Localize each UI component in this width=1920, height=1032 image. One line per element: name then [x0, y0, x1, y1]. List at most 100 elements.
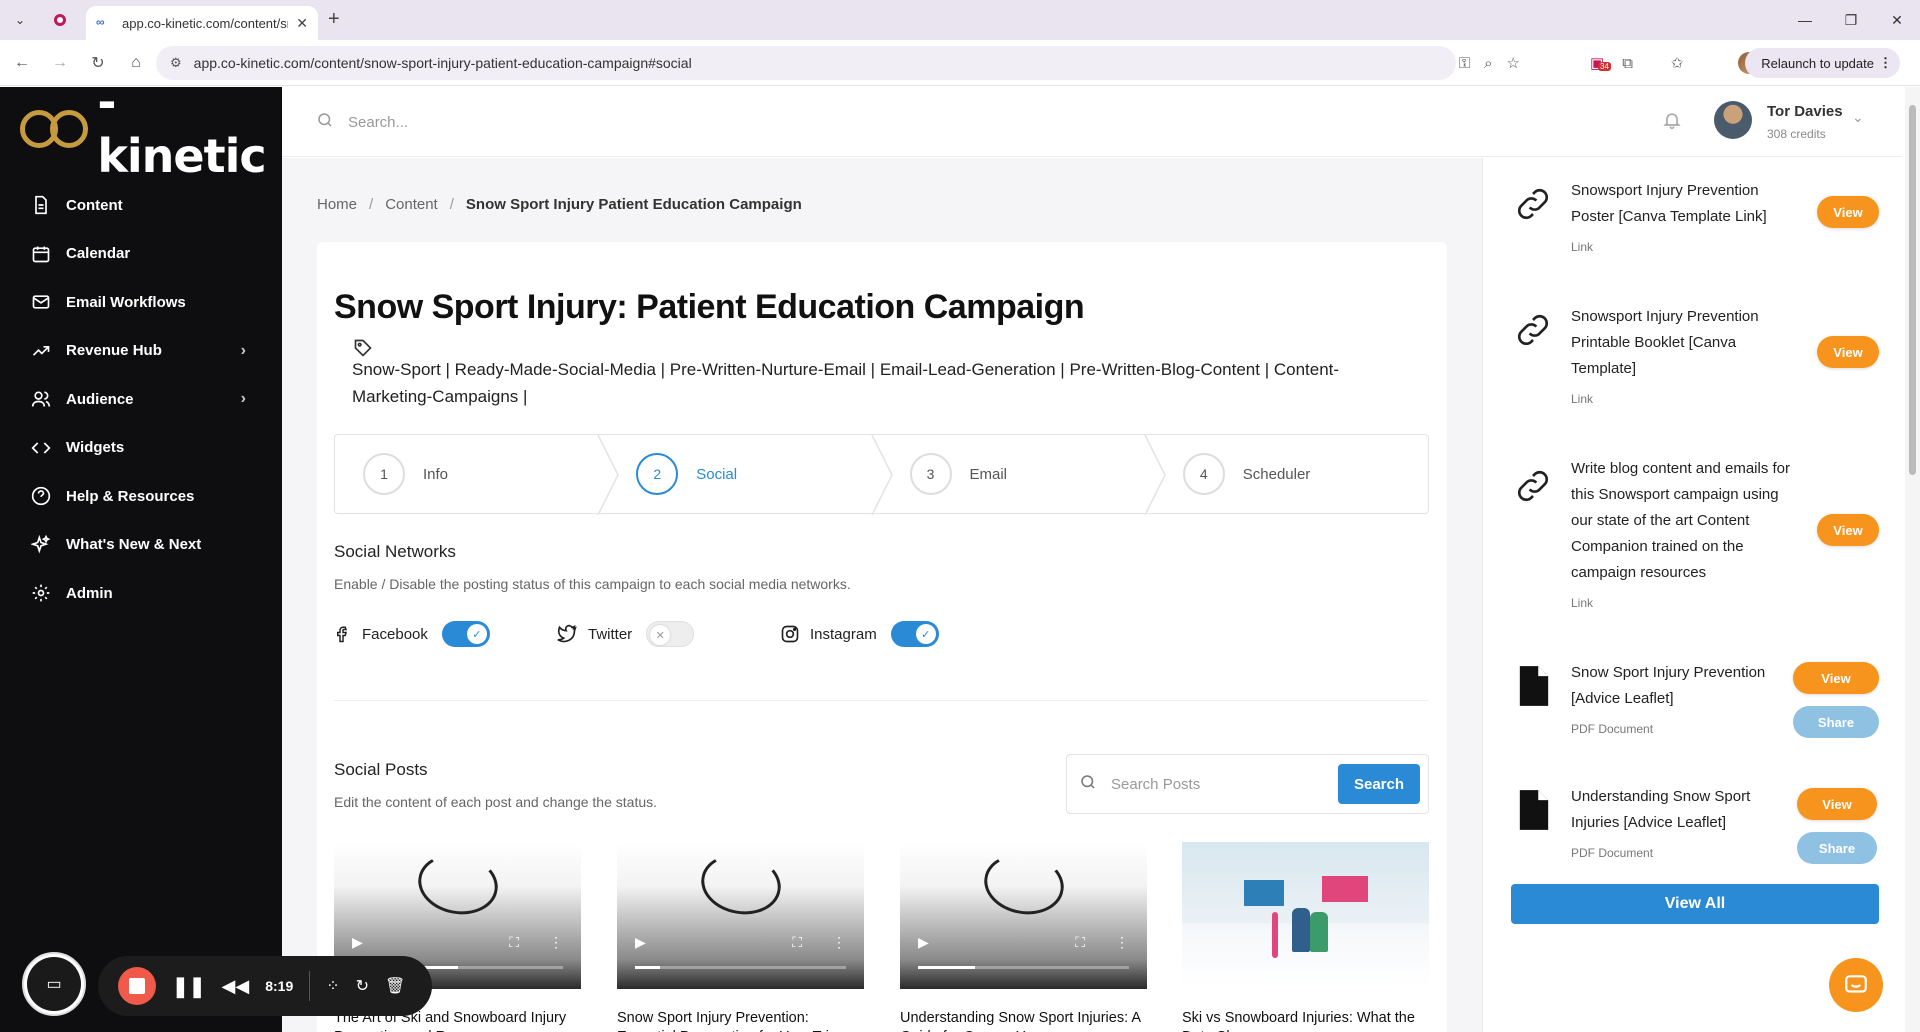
share-button[interactable]: Share — [1793, 706, 1879, 738]
link-icon — [1513, 464, 1553, 513]
url-text: app.co-kinetic.com/content/snow-sport-in… — [193, 55, 692, 71]
sidebar-item-help-resources[interactable]: Help & Resources — [0, 472, 282, 521]
post-image[interactable] — [1182, 842, 1429, 989]
sign-board — [1322, 876, 1368, 902]
facebook-toggle[interactable]: ✓ — [441, 621, 490, 647]
pause-icon[interactable]: ❚❚ — [172, 974, 206, 999]
view-all-button[interactable]: View All — [1511, 884, 1879, 924]
avatar[interactable] — [1714, 101, 1752, 139]
trending-up-icon — [30, 340, 52, 362]
chat-icon[interactable] — [1829, 958, 1883, 1012]
search-posts-button[interactable]: Search — [1338, 764, 1420, 804]
user-name[interactable]: Tor Davies — [1767, 103, 1843, 120]
play-icon[interactable]: ▶ — [918, 934, 929, 951]
search-input[interactable]: Search... — [348, 114, 408, 131]
play-icon[interactable]: ▶ — [352, 934, 363, 951]
recorder-camera-button[interactable]: ▭ — [22, 952, 86, 1016]
extensions-puzzle-icon[interactable]: ⧉ — [1622, 55, 1633, 72]
extension-badge-icon[interactable]: ▣34 — [1590, 54, 1611, 72]
rewind-icon[interactable]: ◀◀ — [222, 976, 250, 997]
close-window-button[interactable]: ✕ — [1874, 0, 1920, 40]
menu-dots-icon[interactable]: ⋮ — [1879, 55, 1892, 71]
sidebar-item-email-workflows[interactable]: Email Workflows — [0, 278, 282, 327]
tab-social[interactable]: 2 Social — [608, 435, 893, 515]
sidebar-item-content[interactable]: Content — [0, 181, 282, 230]
forward-button[interactable]: → — [44, 47, 76, 79]
breadcrumb-current: Snow Sport Injury Patient Education Camp… — [465, 196, 802, 213]
tab-info[interactable]: 1 Info — [335, 435, 620, 515]
browser-tab[interactable]: ∞ app.co-kinetic.com/content/sn ✕ — [86, 6, 318, 40]
post-card[interactable]: ▶ ⛶ ⋮ Understanding Snow Sport Injuries: A… — [900, 842, 1147, 1032]
tab-search-dropdown[interactable]: ⌄ — [0, 0, 40, 40]
instagram-toggle[interactable]: ✓ — [890, 621, 939, 647]
view-button[interactable]: View — [1793, 662, 1879, 694]
grid-icon[interactable]: ⁘ — [326, 976, 339, 996]
more-icon[interactable]: ⋮ — [832, 934, 846, 951]
view-button[interactable]: View — [1817, 196, 1879, 228]
facebook-icon — [334, 624, 352, 644]
sidebar-item-widgets[interactable]: Widgets — [0, 424, 282, 473]
zoom-icon[interactable]: ⌕ — [1484, 55, 1492, 72]
site-info-icon[interactable]: ⚙ — [170, 55, 182, 71]
share-button[interactable]: Share — [1797, 832, 1877, 864]
home-button[interactable]: ⌂ — [120, 47, 152, 79]
step-divider — [597, 435, 620, 515]
network-twitter: Twitter ✕ — [556, 620, 695, 648]
view-button[interactable]: View — [1817, 336, 1879, 368]
chevron-down-icon[interactable]: ⌄ — [1852, 109, 1864, 126]
address-bar[interactable]: ⚙ app.co-kinetic.com/content/snow-sport-… — [156, 46, 1456, 80]
page-scrollbar[interactable] — [1905, 87, 1920, 1032]
back-button[interactable]: ← — [6, 47, 38, 79]
view-button[interactable]: View — [1817, 514, 1879, 546]
bookmark-star-icon[interactable]: ☆ — [1507, 54, 1520, 72]
sidebar-item-admin[interactable]: Admin — [0, 569, 282, 618]
restore-button[interactable]: ❐ — [1828, 0, 1874, 40]
gear-icon — [30, 582, 52, 604]
restart-icon[interactable]: ↻ — [356, 976, 369, 996]
video-progress[interactable] — [635, 966, 846, 969]
bell-icon[interactable] — [1662, 109, 1682, 136]
search-posts-input[interactable]: Search Posts — [1111, 776, 1338, 793]
new-tab-button[interactable]: + — [328, 8, 340, 31]
minimize-button[interactable]: — — [1782, 0, 1828, 40]
relaunch-button[interactable]: Relaunch to update ⋮ — [1745, 48, 1900, 78]
sidebar-item-audience[interactable]: Audience › — [0, 375, 282, 424]
more-icon[interactable]: ⋮ — [549, 934, 563, 951]
fullscreen-icon[interactable]: ⛶ — [792, 934, 802, 951]
post-card[interactable]: ▶ ⛶ ⋮ Snow Sport Injury Prevention: Essent… — [617, 842, 864, 1032]
view-button[interactable]: View — [1797, 788, 1877, 820]
video-thumbnail[interactable]: ▶ ⛶ ⋮ — [617, 842, 864, 989]
resource-kind: Link — [1571, 392, 1594, 406]
sidebar-item-revenue-hub[interactable]: Revenue Hub › — [0, 327, 282, 376]
sidebar-item-calendar[interactable]: Calendar — [0, 230, 282, 279]
sidebar-item-label: Calendar — [66, 245, 131, 263]
resource-title: Snowsport Injury Prevention Poster [Canv… — [1571, 182, 1767, 225]
post-card[interactable]: Ski vs Snowboard Injuries: What the Data… — [1182, 842, 1429, 1032]
tab-email[interactable]: 3 Email — [882, 435, 1166, 515]
fullscreen-icon[interactable]: ⛶ — [1075, 934, 1085, 951]
trash-icon[interactable]: 🗑 — [385, 976, 405, 996]
post-title: Ski vs Snowboard Injuries: What the Data… — [1182, 1010, 1415, 1032]
tab-close-icon[interactable]: ✕ — [296, 15, 308, 32]
sidebar-item-whats-new[interactable]: What's New & Next — [0, 521, 282, 570]
video-progress[interactable] — [918, 966, 1129, 969]
logo[interactable]: -kinetic — [20, 75, 282, 183]
tab-scheduler[interactable]: 4 Scheduler — [1155, 435, 1428, 513]
more-icon[interactable]: ⋮ — [1115, 934, 1129, 951]
video-thumbnail[interactable]: ▶ ⛶ ⋮ — [900, 842, 1147, 989]
breadcrumb-home[interactable]: Home — [317, 196, 357, 213]
network-instagram: Instagram ✓ — [780, 620, 939, 648]
breadcrumb-content[interactable]: Content — [385, 196, 438, 213]
password-key-icon[interactable]: ⚿ — [1459, 55, 1470, 72]
site-favicon-icon: ∞ — [96, 15, 105, 29]
fullscreen-icon[interactable]: ⛶ — [509, 934, 519, 951]
twitter-toggle[interactable]: ✕ — [646, 621, 695, 647]
recording-indicator-icon — [40, 0, 80, 40]
stop-recording-button[interactable] — [118, 967, 156, 1005]
step-divider — [1144, 435, 1166, 515]
bookmarks-icon[interactable]: ✩ — [1671, 54, 1684, 72]
step-number: 4 — [1182, 453, 1225, 495]
global-search[interactable]: Search... — [316, 111, 408, 133]
reload-button[interactable]: ↻ — [82, 47, 114, 79]
play-icon[interactable]: ▶ — [635, 934, 646, 951]
